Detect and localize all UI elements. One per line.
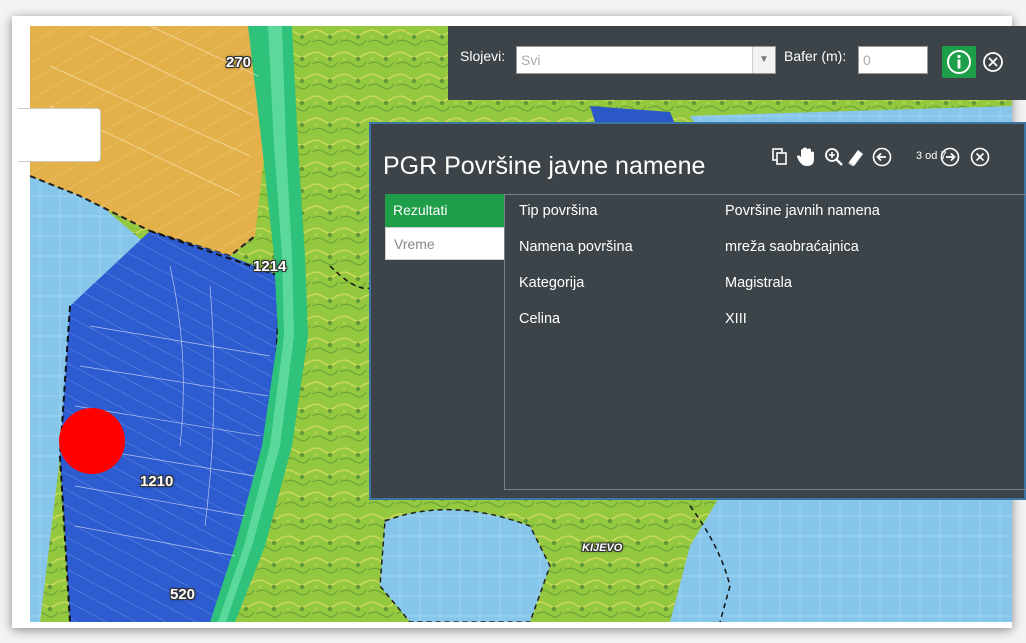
layer-toolbar: Slojevi: Svi ▼ Bafer (m): 0: [448, 26, 1026, 100]
layers-select-value: Svi: [521, 52, 541, 68]
map-label-1210: 1210: [140, 473, 174, 490]
buffer-input[interactable]: 0: [858, 46, 928, 74]
row-value: mreža saobraćajnica: [725, 239, 859, 255]
row-value: Magistrala: [725, 275, 792, 291]
eraser-icon[interactable]: [845, 146, 867, 168]
zoom-in-icon[interactable]: [823, 146, 845, 168]
row-key: Celina: [519, 311, 561, 327]
tab-rezultati[interactable]: Rezultati: [385, 194, 505, 227]
row-value: Površine javnih namena: [725, 203, 880, 219]
identify-panel: PGR Površine javne namene 3 od 7 Rezulta…: [369, 122, 1026, 500]
buffer-label: Bafer (m):: [784, 48, 847, 64]
map-popup-box: [18, 108, 101, 162]
tab-vreme[interactable]: Vreme: [385, 227, 505, 260]
hand-icon[interactable]: [795, 146, 817, 168]
prev-arrow-icon[interactable]: [871, 146, 893, 168]
location-marker[interactable]: [59, 408, 125, 474]
results-table: Tip površina Površine javnih namena Name…: [504, 194, 1026, 490]
map-label-1214: 1214: [253, 258, 287, 275]
info-button[interactable]: [942, 46, 976, 78]
panel-tabs: Rezultati Vreme: [385, 194, 505, 260]
layers-label: Slojevi:: [460, 48, 506, 64]
row-key: Kategorija: [519, 275, 585, 291]
close-circle-icon[interactable]: [969, 146, 991, 168]
map-label-270: 270: [226, 54, 252, 71]
chevron-down-icon[interactable]: ▼: [752, 47, 775, 73]
row-key: Namena površina: [519, 239, 633, 255]
page-count: 3 od 7: [916, 150, 947, 162]
info-icon: [947, 50, 971, 74]
row-value: XIII: [725, 311, 747, 327]
map-label-kijevo: KIJEVO: [582, 542, 623, 554]
copy-icon[interactable]: [769, 146, 791, 168]
map-label-520: 520: [170, 586, 196, 603]
layers-select[interactable]: Svi ▼: [516, 46, 776, 74]
row-key: Tip površina: [519, 203, 598, 219]
close-circle-icon[interactable]: [982, 51, 1004, 73]
panel-title: PGR Površine javne namene: [383, 152, 706, 180]
